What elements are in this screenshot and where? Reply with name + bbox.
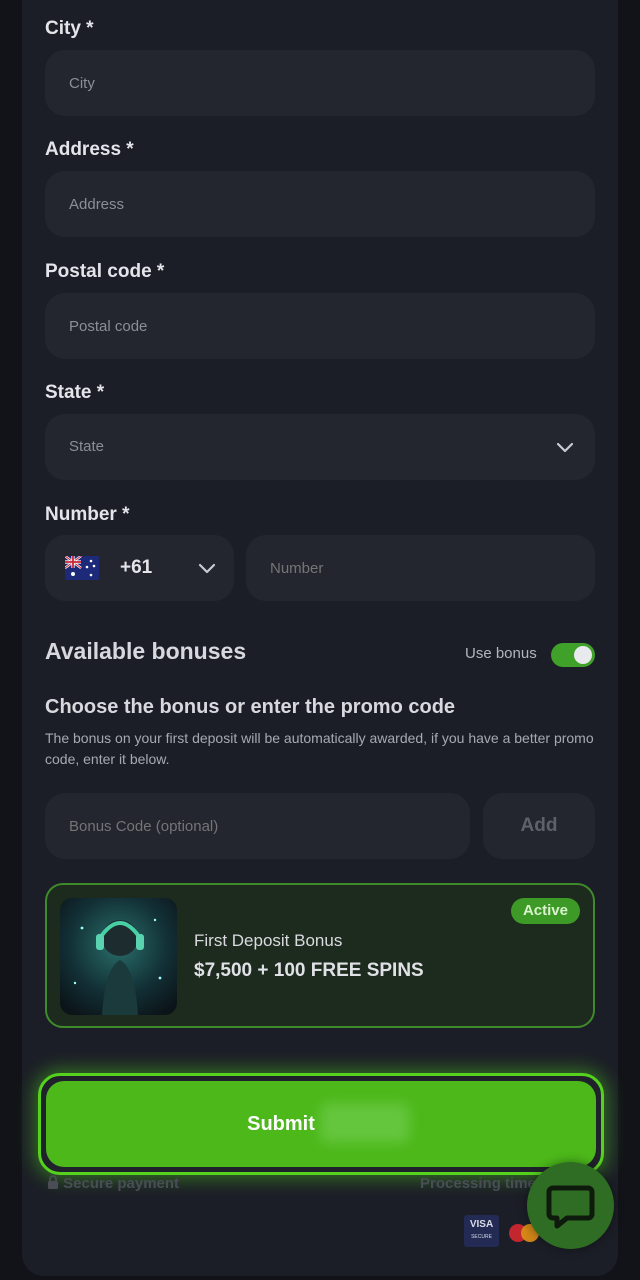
visa-icon: VISA SECURE [464, 1215, 499, 1247]
country-code-value: +61 [120, 557, 153, 578]
bonus-card[interactable]: First Deposit Bonus $7,500 + 100 FREE SP… [45, 883, 595, 1028]
bonuses-title: Available bonuses [45, 638, 247, 664]
state-select[interactable]: State [45, 414, 595, 480]
state-select-value: State [69, 438, 105, 455]
add-bonus-code-button[interactable]: Add [483, 793, 595, 859]
address-field[interactable] [45, 171, 595, 237]
postal-code-input[interactable] [45, 293, 595, 359]
city-label: City * [45, 18, 94, 39]
bonus-name: First Deposit Bonus [194, 931, 343, 950]
chevron-down-icon [556, 442, 574, 453]
city-input[interactable] [45, 50, 595, 116]
lock-icon [48, 1175, 58, 1189]
use-bonus-toggle[interactable] [551, 643, 595, 667]
phone-number-field[interactable] [246, 535, 595, 601]
address-input[interactable] [45, 171, 595, 237]
visa-label: VISA [469, 1219, 494, 1230]
state-label: State * [45, 382, 105, 403]
submit-label: Submit [247, 1112, 315, 1135]
country-code-select[interactable]: +61 [45, 535, 234, 601]
secure-payment-label: Secure payment [63, 1175, 180, 1192]
bonus-amount: $7,500 + 100 FREE SPINS [194, 960, 424, 981]
address-label: Address * [45, 139, 134, 160]
blurred-amount [320, 1103, 410, 1143]
phone-number-input[interactable] [246, 535, 595, 601]
australia-flag-icon [65, 556, 99, 580]
active-badge: Active [510, 898, 580, 924]
bonus-image [60, 898, 177, 1015]
bonus-subtitle: Choose the bonus or enter the promo code [45, 696, 456, 718]
processing-time: Processing time [420, 1175, 536, 1192]
chat-icon [546, 1185, 595, 1229]
chat-button[interactable] [527, 1162, 614, 1249]
secure-payment: Secure payment [47, 1175, 179, 1192]
bonus-description: The bonus on your first deposit will be … [45, 730, 594, 767]
city-field[interactable] [45, 50, 595, 116]
visa-sub-label: SECURE [471, 1234, 492, 1240]
bonus-code-field[interactable] [45, 793, 470, 859]
bonus-code-input[interactable] [45, 793, 470, 859]
toggle-knob [574, 646, 592, 664]
use-bonus-label: Use bonus [465, 645, 537, 662]
number-label: Number * [45, 504, 130, 525]
postal-code-field[interactable] [45, 293, 595, 359]
chevron-down-icon [198, 563, 216, 574]
postal-code-label: Postal code * [45, 261, 165, 282]
